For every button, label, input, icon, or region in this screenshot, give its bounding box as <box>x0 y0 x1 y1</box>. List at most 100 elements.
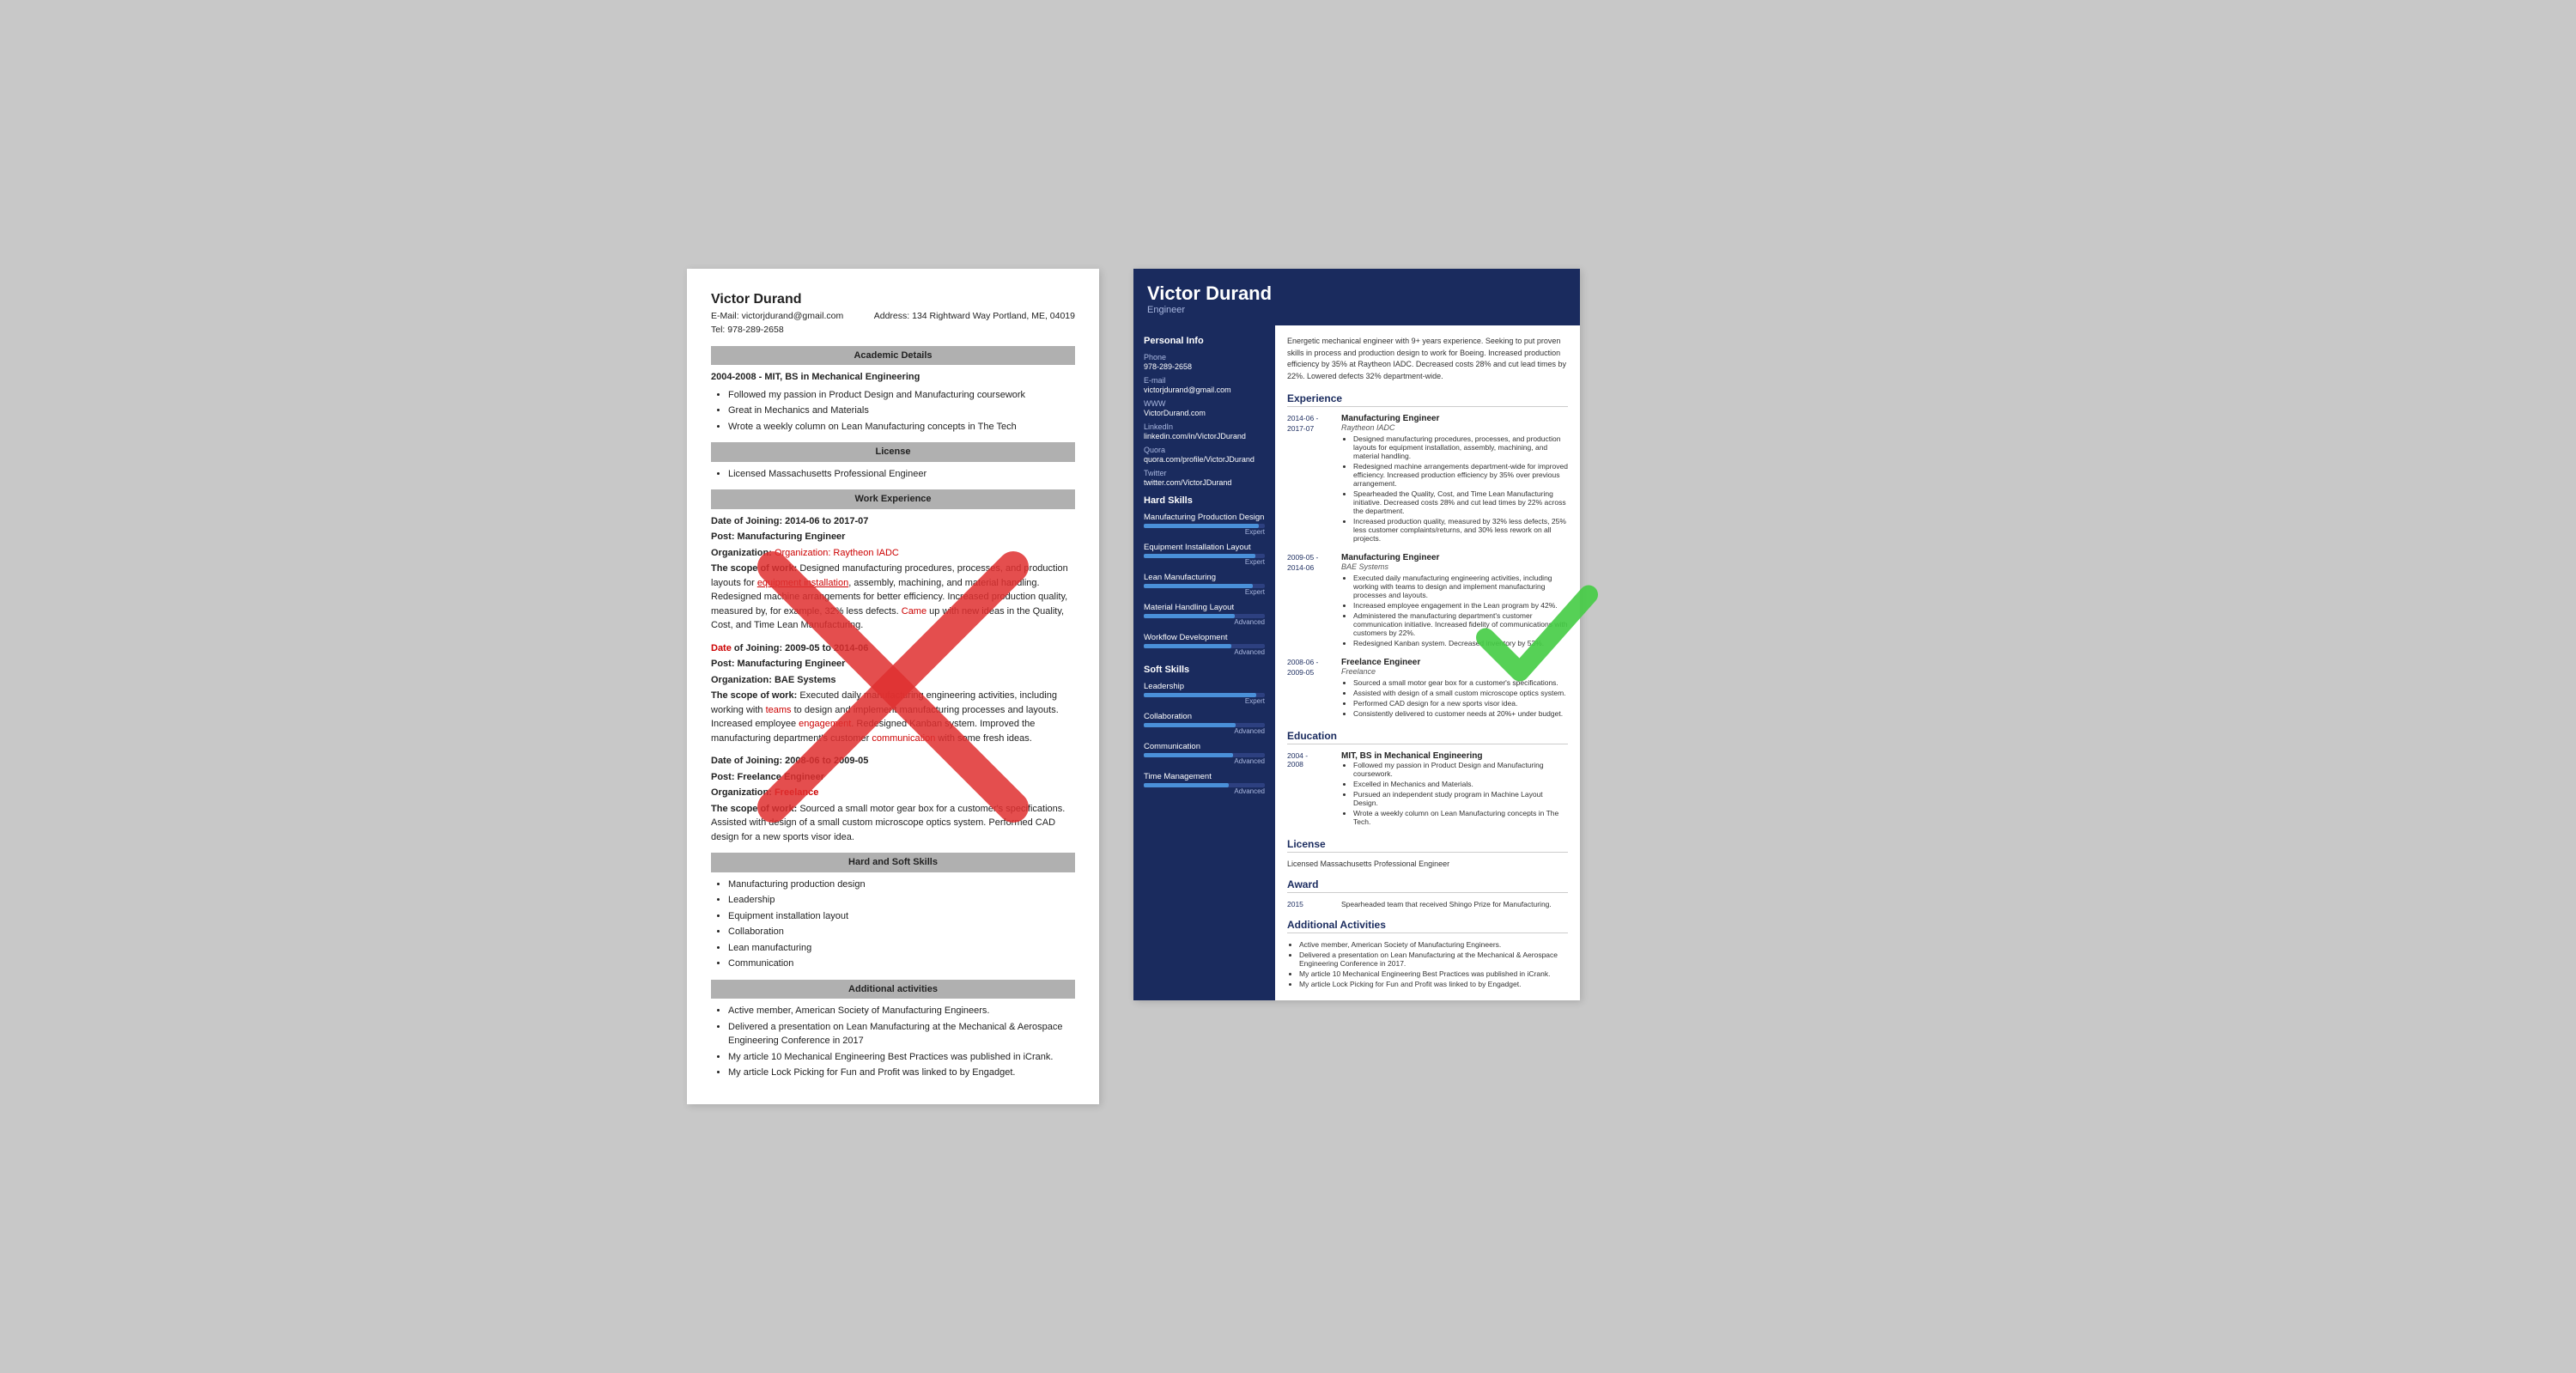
hard-skill-2-name: Equipment Installation Layout <box>1144 543 1265 552</box>
soft-skill-2: Collaboration Advanced <box>1144 712 1265 735</box>
right-job-3-content: Freelance Engineer Freelance Sourced a s… <box>1341 658 1568 720</box>
rj2-b1: Executed daily manufacturing engineering… <box>1353 574 1568 599</box>
right-job-2-date: 2009-05 -2014-06 <box>1287 553 1334 649</box>
quora-label: Quora <box>1144 446 1265 454</box>
education-1: 2004 -2008 MIT, BS in Mechanical Enginee… <box>1287 751 1568 828</box>
job-3: Date of Joining: 2008-06 to 2009-05 Post… <box>711 754 1075 844</box>
hard-skill-5-name: Workflow Development <box>1144 633 1265 642</box>
add-2: Delivered a presentation on Lean Manufac… <box>1299 951 1568 968</box>
award-year: 2015 <box>1287 900 1334 908</box>
hard-skill-4-level: Advanced <box>1144 618 1265 626</box>
academic-list: Followed my passion in Product Design an… <box>711 388 1075 434</box>
academic-header: Academic Details <box>711 346 1075 366</box>
phone-label: Phone <box>1144 353 1265 361</box>
www-label: WWW <box>1144 399 1265 408</box>
tel-label: Tel: <box>711 325 725 335</box>
rj1-b3: Spearheaded the Quality, Cost, and Time … <box>1353 489 1568 515</box>
right-name: Victor Durand <box>1147 282 1566 305</box>
quora-value: quora.com/profile/VictorJDurand <box>1144 455 1265 464</box>
activity-3: My article 10 Mechanical Engineering Bes… <box>728 1050 1075 1065</box>
right-main: Energetic mechanical engineer with 9+ ye… <box>1275 325 1580 1000</box>
additional-list: Active member, American Society of Manuf… <box>1287 940 1568 988</box>
edu-b3: Pursued an independent study program in … <box>1353 790 1568 807</box>
right-job-3-title: Freelance Engineer <box>1341 658 1568 667</box>
left-name: Victor Durand <box>711 289 1075 310</box>
experience-title: Experience <box>1287 392 1568 407</box>
main-container: Victor Durand E-Mail: victorjdurand@gmai… <box>687 269 1889 1104</box>
soft-skills-title: Soft Skills <box>1144 665 1265 675</box>
right-job-2-content: Manufacturing Engineer BAE Systems Execu… <box>1341 553 1568 649</box>
right-job-1-list: Designed manufacturing procedures, proce… <box>1341 434 1568 543</box>
job1-scope-label: The scope of work: <box>711 563 797 574</box>
right-job-3-org: Freelance <box>1341 667 1568 676</box>
skills-list: Manufacturing production design Leadersh… <box>711 878 1075 971</box>
job2-date: Date of Joining: 2009-05 to 2014-06 <box>711 643 868 653</box>
right-job-2: 2009-05 -2014-06 Manufacturing Engineer … <box>1287 553 1568 649</box>
soft-skill-3-level: Advanced <box>1144 757 1265 765</box>
rj2-b3: Administered the manufacturing departmen… <box>1353 611 1568 637</box>
resume-left: Victor Durand E-Mail: victorjdurand@gmai… <box>687 269 1099 1104</box>
email-value-r: victorjdurand@gmail.com <box>1144 386 1265 394</box>
rj3-b4: Consistently delivered to customer needs… <box>1353 709 1568 718</box>
skills-header: Hard and Soft Skills <box>711 853 1075 872</box>
sidebar-fields: Phone 978-289-2658 E-mail victorjdurand@… <box>1144 353 1265 487</box>
education-title: Education <box>1287 730 1568 744</box>
edu-b4: Wrote a weekly column on Lean Manufactur… <box>1353 809 1568 826</box>
edu-degree: MIT, BS in Mechanical Engineering <box>1341 751 1568 761</box>
work-header: Work Experience <box>711 489 1075 509</box>
linkedin-label: LinkedIn <box>1144 422 1265 431</box>
hard-skill-2: Equipment Installation Layout Expert <box>1144 543 1265 566</box>
left-contact-right: Address: 134 Rightward Way Portland, ME,… <box>874 310 1075 337</box>
right-job-3-list: Sourced a small motor gear box for a cus… <box>1341 678 1568 718</box>
hard-skills-title: Hard Skills <box>1144 495 1265 506</box>
rj1-b1: Designed manufacturing procedures, proce… <box>1353 434 1568 460</box>
job2-scope-label: The scope of work: <box>711 690 797 701</box>
job1-post: Post: Manufacturing Engineer <box>711 532 845 542</box>
academic-date: 2004-2008 - <box>711 372 762 382</box>
job-1: Date of Joining: 2014-06 to 2017-07 Post… <box>711 514 1075 633</box>
skill-2: Leadership <box>728 893 1075 908</box>
soft-skill-3: Communication Advanced <box>1144 742 1265 765</box>
license-list: Licensed Massachusetts Professional Engi… <box>711 467 1075 482</box>
twitter-label: Twitter <box>1144 469 1265 477</box>
job1-date: Date of Joining: 2014-06 to 2017-07 <box>711 516 868 526</box>
edu-date: 2004 -2008 <box>1287 751 1334 828</box>
address-value: 134 Rightward Way Portland, ME, 04019 <box>912 311 1075 321</box>
right-header: Victor Durand Engineer <box>1133 269 1580 325</box>
license-text: Licensed Massachusetts Professional Engi… <box>728 469 927 479</box>
license-header: License <box>711 442 1075 462</box>
activity-1: Active member, American Society of Manuf… <box>728 1004 1075 1018</box>
award-title: Award <box>1287 878 1568 893</box>
award-desc: Spearheaded team that received Shingo Pr… <box>1341 900 1552 908</box>
right-body: Personal Info Phone 978-289-2658 E-mail … <box>1133 325 1580 1000</box>
job1-org: Organization: Organization: Raytheon IAD… <box>711 548 899 558</box>
left-contact-row: E-Mail: victorjdurand@gmail.com Tel: 978… <box>711 310 1075 337</box>
edu-b1: Followed my passion in Product Design an… <box>1353 761 1568 778</box>
skill-4: Collaboration <box>728 925 1075 939</box>
personal-info-title: Personal Info <box>1144 336 1265 346</box>
hard-skill-3-level: Expert <box>1144 588 1265 596</box>
email-label: E-Mail: <box>711 311 739 321</box>
soft-skill-2-level: Advanced <box>1144 727 1265 735</box>
left-contact-left: E-Mail: victorjdurand@gmail.com Tel: 978… <box>711 310 843 337</box>
soft-skill-3-name: Communication <box>1144 742 1265 751</box>
rj2-b4: Redesigned Kanban system. Decreased inve… <box>1353 639 1568 647</box>
award-entry: 2015 Spearheaded team that received Shin… <box>1287 900 1568 908</box>
job3-scope-label: The scope of work: <box>711 804 797 814</box>
job3-post: Post: Freelance Engineer <box>711 772 824 782</box>
address-label: Address: <box>874 311 909 321</box>
tel-value: 978-289-2658 <box>727 325 783 335</box>
soft-skill-2-name: Collaboration <box>1144 712 1265 721</box>
right-job-1: 2014-06 -2017-07 Manufacturing Engineer … <box>1287 414 1568 544</box>
license-item: Licensed Massachusetts Professional Engi… <box>728 467 1075 482</box>
edu-list: Followed my passion in Product Design an… <box>1341 761 1568 826</box>
academic-degree: MIT, BS in Mechanical Engineering <box>764 372 920 382</box>
right-job-1-date: 2014-06 -2017-07 <box>1287 414 1334 544</box>
skill-5: Lean manufacturing <box>728 941 1075 956</box>
hard-skill-3-name: Lean Manufacturing <box>1144 573 1265 582</box>
edu-content: MIT, BS in Mechanical Engineering Follow… <box>1341 751 1568 828</box>
hard-skill-5-level: Advanced <box>1144 648 1265 656</box>
right-job-3: 2008-06 -2009-05 Freelance Engineer Free… <box>1287 658 1568 720</box>
hard-skill-3: Lean Manufacturing Expert <box>1144 573 1265 596</box>
hard-skill-5: Workflow Development Advanced <box>1144 633 1265 656</box>
